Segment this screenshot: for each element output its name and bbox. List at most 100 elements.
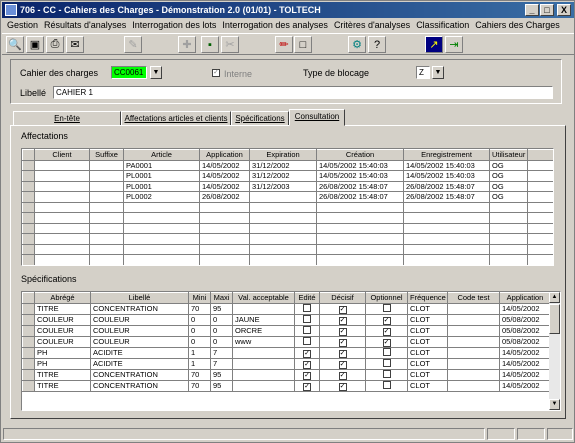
- scroll-thumb[interactable]: [549, 304, 560, 334]
- table-cell[interactable]: JAUNE: [232, 313, 295, 326]
- table-cell[interactable]: COULEUR: [90, 335, 189, 348]
- col-header[interactable]: Edité: [294, 292, 320, 304]
- cahier-dropdown-icon[interactable]: ▼: [150, 66, 162, 79]
- checked-checkbox[interactable]: ✓: [382, 327, 391, 335]
- table-cell[interactable]: TITRE: [34, 379, 91, 392]
- table-cell[interactable]: CLOT: [407, 368, 448, 381]
- table-cell[interactable]: [365, 302, 408, 315]
- table-cell[interactable]: 05/08/2002: [499, 313, 551, 326]
- checked-checkbox[interactable]: ✓: [338, 349, 347, 357]
- row-selector[interactable]: [22, 368, 35, 381]
- col-header[interactable]: Maxi: [210, 292, 233, 304]
- table-cell[interactable]: OG: [489, 191, 528, 203]
- table-cell[interactable]: 70: [188, 302, 211, 315]
- table-row[interactable]: PA0001 14/05/2002 31/12/2002 14/05/2002 15:…: [22, 159, 553, 171]
- table-cell[interactable]: 0: [210, 313, 233, 326]
- table-row[interactable]: TITRE CONCENTRATION 70 95 ✓ ✓ CLOT 14/05/2002: [22, 379, 551, 392]
- table-cell[interactable]: 14/05/2002: [199, 170, 250, 182]
- table-cell[interactable]: PL0001: [123, 180, 200, 192]
- col-header[interactable]: Fréquence: [407, 292, 448, 304]
- edit-icon[interactable]: ✎: [124, 36, 142, 53]
- table-cell[interactable]: ACIDITE: [90, 346, 189, 359]
- table-cell[interactable]: PH: [34, 357, 91, 370]
- save-icon[interactable]: ▪: [201, 36, 219, 53]
- unchecked-checkbox[interactable]: [382, 359, 391, 367]
- table-cell[interactable]: ✓: [365, 324, 408, 337]
- blank-icon[interactable]: □: [294, 36, 312, 53]
- col-header[interactable]: Client: [34, 149, 90, 161]
- table-cell[interactable]: 05/08/2002: [499, 335, 551, 348]
- menu-gestion[interactable]: Gestion: [7, 18, 38, 32]
- table-cell[interactable]: 0: [188, 335, 211, 348]
- table-cell[interactable]: 14/05/2002: [499, 357, 551, 370]
- menu-interrogation-lots[interactable]: Interrogation des lots: [132, 18, 216, 32]
- table-cell[interactable]: 14/05/2002: [199, 180, 250, 192]
- unchecked-checkbox[interactable]: [303, 337, 311, 345]
- table-row[interactable]: TITRE CONCENTRATION 70 95 ✓ CLOT 14/05/2002: [22, 302, 551, 315]
- blocage-dropdown-icon[interactable]: ▼: [432, 66, 444, 79]
- menu-cahiers[interactable]: Cahiers des Charges: [475, 18, 560, 32]
- checked-checkbox[interactable]: ✓: [303, 360, 311, 368]
- table-cell[interactable]: [447, 324, 500, 337]
- row-selector[interactable]: [22, 243, 35, 255]
- table-cell[interactable]: ✓: [319, 368, 366, 381]
- table-row[interactable]: [22, 243, 553, 255]
- checked-checkbox[interactable]: ✓: [382, 316, 391, 324]
- table-row[interactable]: [22, 212, 553, 224]
- table-cell[interactable]: 14/05/2002: [499, 302, 551, 315]
- menu-criteres[interactable]: Critères d'analyses: [334, 18, 410, 32]
- col-header[interactable]: Application: [499, 292, 551, 304]
- table-cell[interactable]: TITRE: [34, 302, 91, 315]
- table-cell[interactable]: 26/08/2002: [199, 191, 250, 203]
- tab-consultation[interactable]: Consultation: [289, 109, 345, 126]
- table-cell[interactable]: 0: [210, 324, 233, 337]
- row-selector[interactable]: [22, 212, 35, 224]
- table-cell[interactable]: COULEUR: [34, 324, 91, 337]
- col-header[interactable]: Utilisateur: [489, 149, 528, 161]
- close-button[interactable]: X: [557, 4, 571, 16]
- table-cell[interactable]: TITRE: [34, 368, 91, 381]
- table-cell[interactable]: CLOT: [407, 335, 448, 348]
- table-cell[interactable]: 14/05/2002: [199, 159, 250, 171]
- table-cell[interactable]: [365, 379, 408, 392]
- table-cell[interactable]: ✓: [294, 379, 320, 392]
- help-icon[interactable]: ?: [368, 36, 386, 53]
- table-cell[interactable]: ✓: [319, 357, 366, 370]
- table-cell[interactable]: [365, 346, 408, 359]
- table-row[interactable]: [22, 233, 553, 245]
- row-selector[interactable]: [22, 324, 35, 337]
- unchecked-checkbox[interactable]: [303, 326, 311, 334]
- table-cell[interactable]: PL0002: [123, 191, 200, 203]
- cahier-field[interactable]: CC0061: [111, 66, 147, 79]
- libelle-field[interactable]: CAHIER 1: [53, 86, 553, 99]
- table-cell[interactable]: CLOT: [407, 302, 448, 315]
- table-cell[interactable]: OG: [489, 170, 528, 182]
- table-cell[interactable]: CONCENTRATION: [90, 302, 189, 315]
- table-cell[interactable]: [232, 357, 295, 370]
- table-cell[interactable]: [365, 357, 408, 370]
- table-cell[interactable]: OG: [489, 180, 528, 192]
- table-cell[interactable]: ✓: [319, 379, 366, 392]
- row-selector[interactable]: [22, 254, 35, 265]
- row-selector[interactable]: [22, 313, 35, 326]
- table-cell[interactable]: [249, 191, 317, 203]
- exit-icon[interactable]: ⇥: [445, 36, 463, 53]
- col-header[interactable]: Libellé: [90, 292, 189, 304]
- table-cell[interactable]: [34, 159, 90, 171]
- table-row[interactable]: PH ACIDITE 1 7 ✓ ✓ CLOT 14/05/2002: [22, 357, 551, 370]
- table-cell[interactable]: ✓: [365, 335, 408, 348]
- table-cell[interactable]: 26/08/2002 15:48:07: [403, 191, 490, 203]
- table-cell[interactable]: ✓: [365, 313, 408, 326]
- minimize-button[interactable]: _: [525, 4, 539, 16]
- table-cell[interactable]: 0: [188, 324, 211, 337]
- table-row[interactable]: TITRE CONCENTRATION 70 95 ✓ ✓ CLOT 14/05/2002: [22, 368, 551, 381]
- table-cell[interactable]: 95: [210, 302, 233, 315]
- table-cell[interactable]: [34, 170, 90, 182]
- interne-checkbox[interactable]: ✓: [212, 69, 220, 77]
- checked-checkbox[interactable]: ✓: [303, 382, 311, 390]
- row-selector[interactable]: [22, 233, 35, 245]
- checked-checkbox[interactable]: ✓: [338, 382, 347, 390]
- table-cell[interactable]: [232, 302, 295, 315]
- table-cell[interactable]: PA0001: [123, 159, 200, 171]
- menu-classification[interactable]: Classification: [416, 18, 469, 32]
